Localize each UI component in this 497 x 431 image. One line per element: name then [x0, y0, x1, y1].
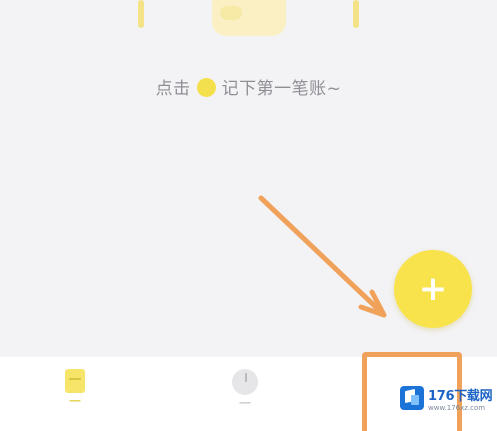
app-screen: 点击 记下第一笔账~ + ━━ ━━ 176下载网 www.176xz.com: [0, 0, 497, 431]
site-watermark: 176下载网 www.176xz.com: [395, 380, 495, 420]
yellow-dot-icon: [196, 78, 216, 97]
chart-icon: [232, 369, 258, 395]
tab-chart-label: ━━: [239, 399, 251, 409]
hint-text-before: 点击: [155, 79, 191, 99]
watermark-url: www.176xz.com: [428, 404, 486, 412]
add-record-button[interactable]: +: [394, 250, 472, 328]
annotation-arrow-head: [358, 289, 387, 318]
illustration-bar-left: [138, 0, 144, 28]
empty-state-illustration: [212, 0, 286, 36]
watermark-title: 176下载网: [428, 389, 493, 404]
tab-ledger-label: ━━: [69, 397, 81, 407]
tab-ledger[interactable]: ━━: [25, 357, 125, 431]
plus-icon: +: [418, 269, 448, 309]
tab-chart[interactable]: ━━: [195, 357, 295, 431]
illustration-bar-right: [353, 0, 359, 28]
hint-text-after: 记下第一笔账~: [221, 79, 342, 99]
empty-state-hint: 点击 记下第一笔账~: [0, 78, 497, 100]
ledger-icon: [65, 369, 85, 393]
watermark-logo-icon: [400, 386, 424, 410]
annotation-arrow-shaft: [258, 195, 382, 313]
